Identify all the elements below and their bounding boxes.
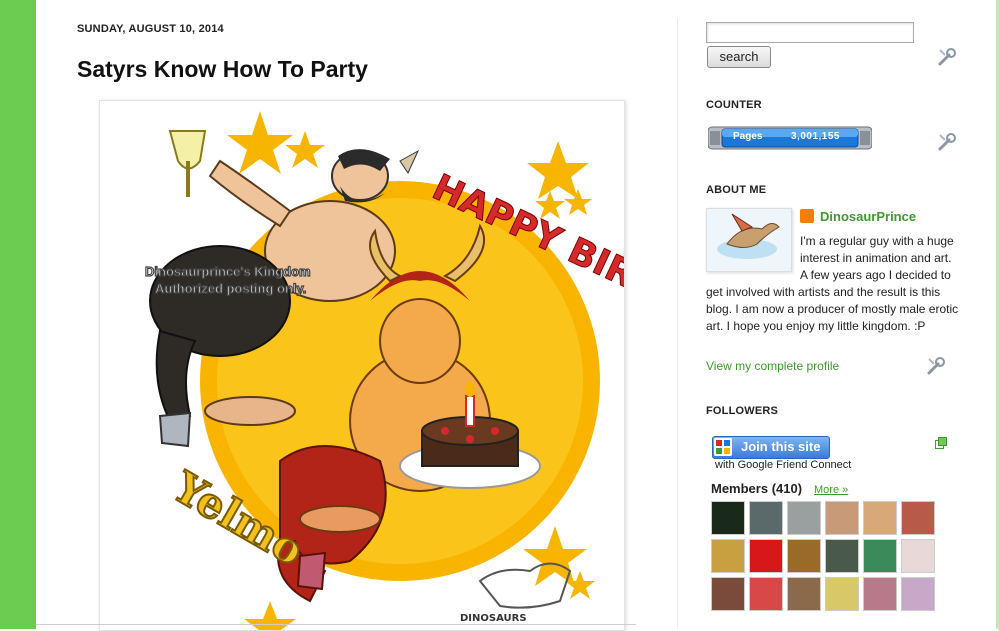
gfc-subtitle: with Google Friend Connect (715, 459, 852, 471)
wrench-icon[interactable] (926, 356, 946, 376)
counter-value: 3,001,155 (791, 131, 840, 142)
about-line3: A few years ago I decided to (800, 268, 951, 282)
counter-label: Pages (733, 131, 763, 142)
post-date: SUNDAY, AUGUST 10, 2014 (77, 23, 224, 35)
column-divider (677, 18, 678, 629)
profile-name-link[interactable]: DinosaurPrince (820, 209, 916, 224)
member-avatar[interactable] (749, 501, 783, 535)
members-count: Members (410) (711, 481, 803, 496)
member-avatar[interactable] (787, 539, 821, 573)
member-avatar[interactable] (863, 501, 897, 535)
post-title[interactable]: Satyrs Know How To Party (77, 56, 368, 83)
member-avatar[interactable] (711, 577, 745, 611)
member-avatar[interactable] (711, 501, 745, 535)
about-line1: I'm a regular guy with a huge (800, 234, 954, 248)
about-title: ABOUT ME (706, 184, 767, 196)
watermark-line2: Authorized posting only. (155, 281, 306, 296)
google-friend-connect-icon (714, 438, 732, 456)
blogger-icon (800, 209, 814, 223)
birthday-illustration: HAPPY BIRTHDAY Yelmo Dinosaurprince's Ki… (144, 111, 624, 630)
followers-title: FOLLOWERS (706, 405, 779, 417)
member-avatar[interactable] (863, 539, 897, 573)
member-avatar[interactable] (749, 539, 783, 573)
about-rest: get involved with artists and the result… (706, 285, 959, 333)
counter-title: COUNTER (706, 99, 762, 111)
member-avatar[interactable] (901, 577, 935, 611)
about-text: I'm a regular guy with a huge interest i… (706, 233, 960, 335)
member-avatar[interactable] (787, 577, 821, 611)
wrench-icon[interactable] (937, 132, 957, 152)
left-green-border (0, 0, 36, 629)
member-avatar[interactable] (825, 539, 859, 573)
member-avatar[interactable] (787, 501, 821, 535)
member-avatar[interactable] (749, 577, 783, 611)
wrench-icon[interactable] (937, 47, 957, 67)
member-avatar[interactable] (711, 539, 745, 573)
expand-icon[interactable] (935, 437, 947, 449)
post-image[interactable]: HAPPY BIRTHDAY Yelmo Dinosaurprince's Ki… (99, 100, 625, 631)
more-members-link[interactable]: More » (814, 484, 848, 496)
member-avatar[interactable] (825, 577, 859, 611)
join-site-label[interactable]: Join this site (741, 439, 820, 454)
member-avatar[interactable] (901, 501, 935, 535)
member-avatar[interactable] (863, 577, 897, 611)
view-profile-link[interactable]: View my complete profile (706, 359, 839, 373)
member-avatar[interactable] (825, 501, 859, 535)
bottom-scroll-line (36, 624, 636, 625)
watermark-line1: Dinosaurprince's Kingdom (145, 264, 311, 279)
member-avatar[interactable] (901, 539, 935, 573)
about-line2: interest in animation and art. (800, 251, 952, 265)
search-input[interactable] (706, 22, 914, 43)
search-button[interactable]: search (707, 46, 771, 68)
logo-text: DINOSAURS (460, 613, 527, 624)
